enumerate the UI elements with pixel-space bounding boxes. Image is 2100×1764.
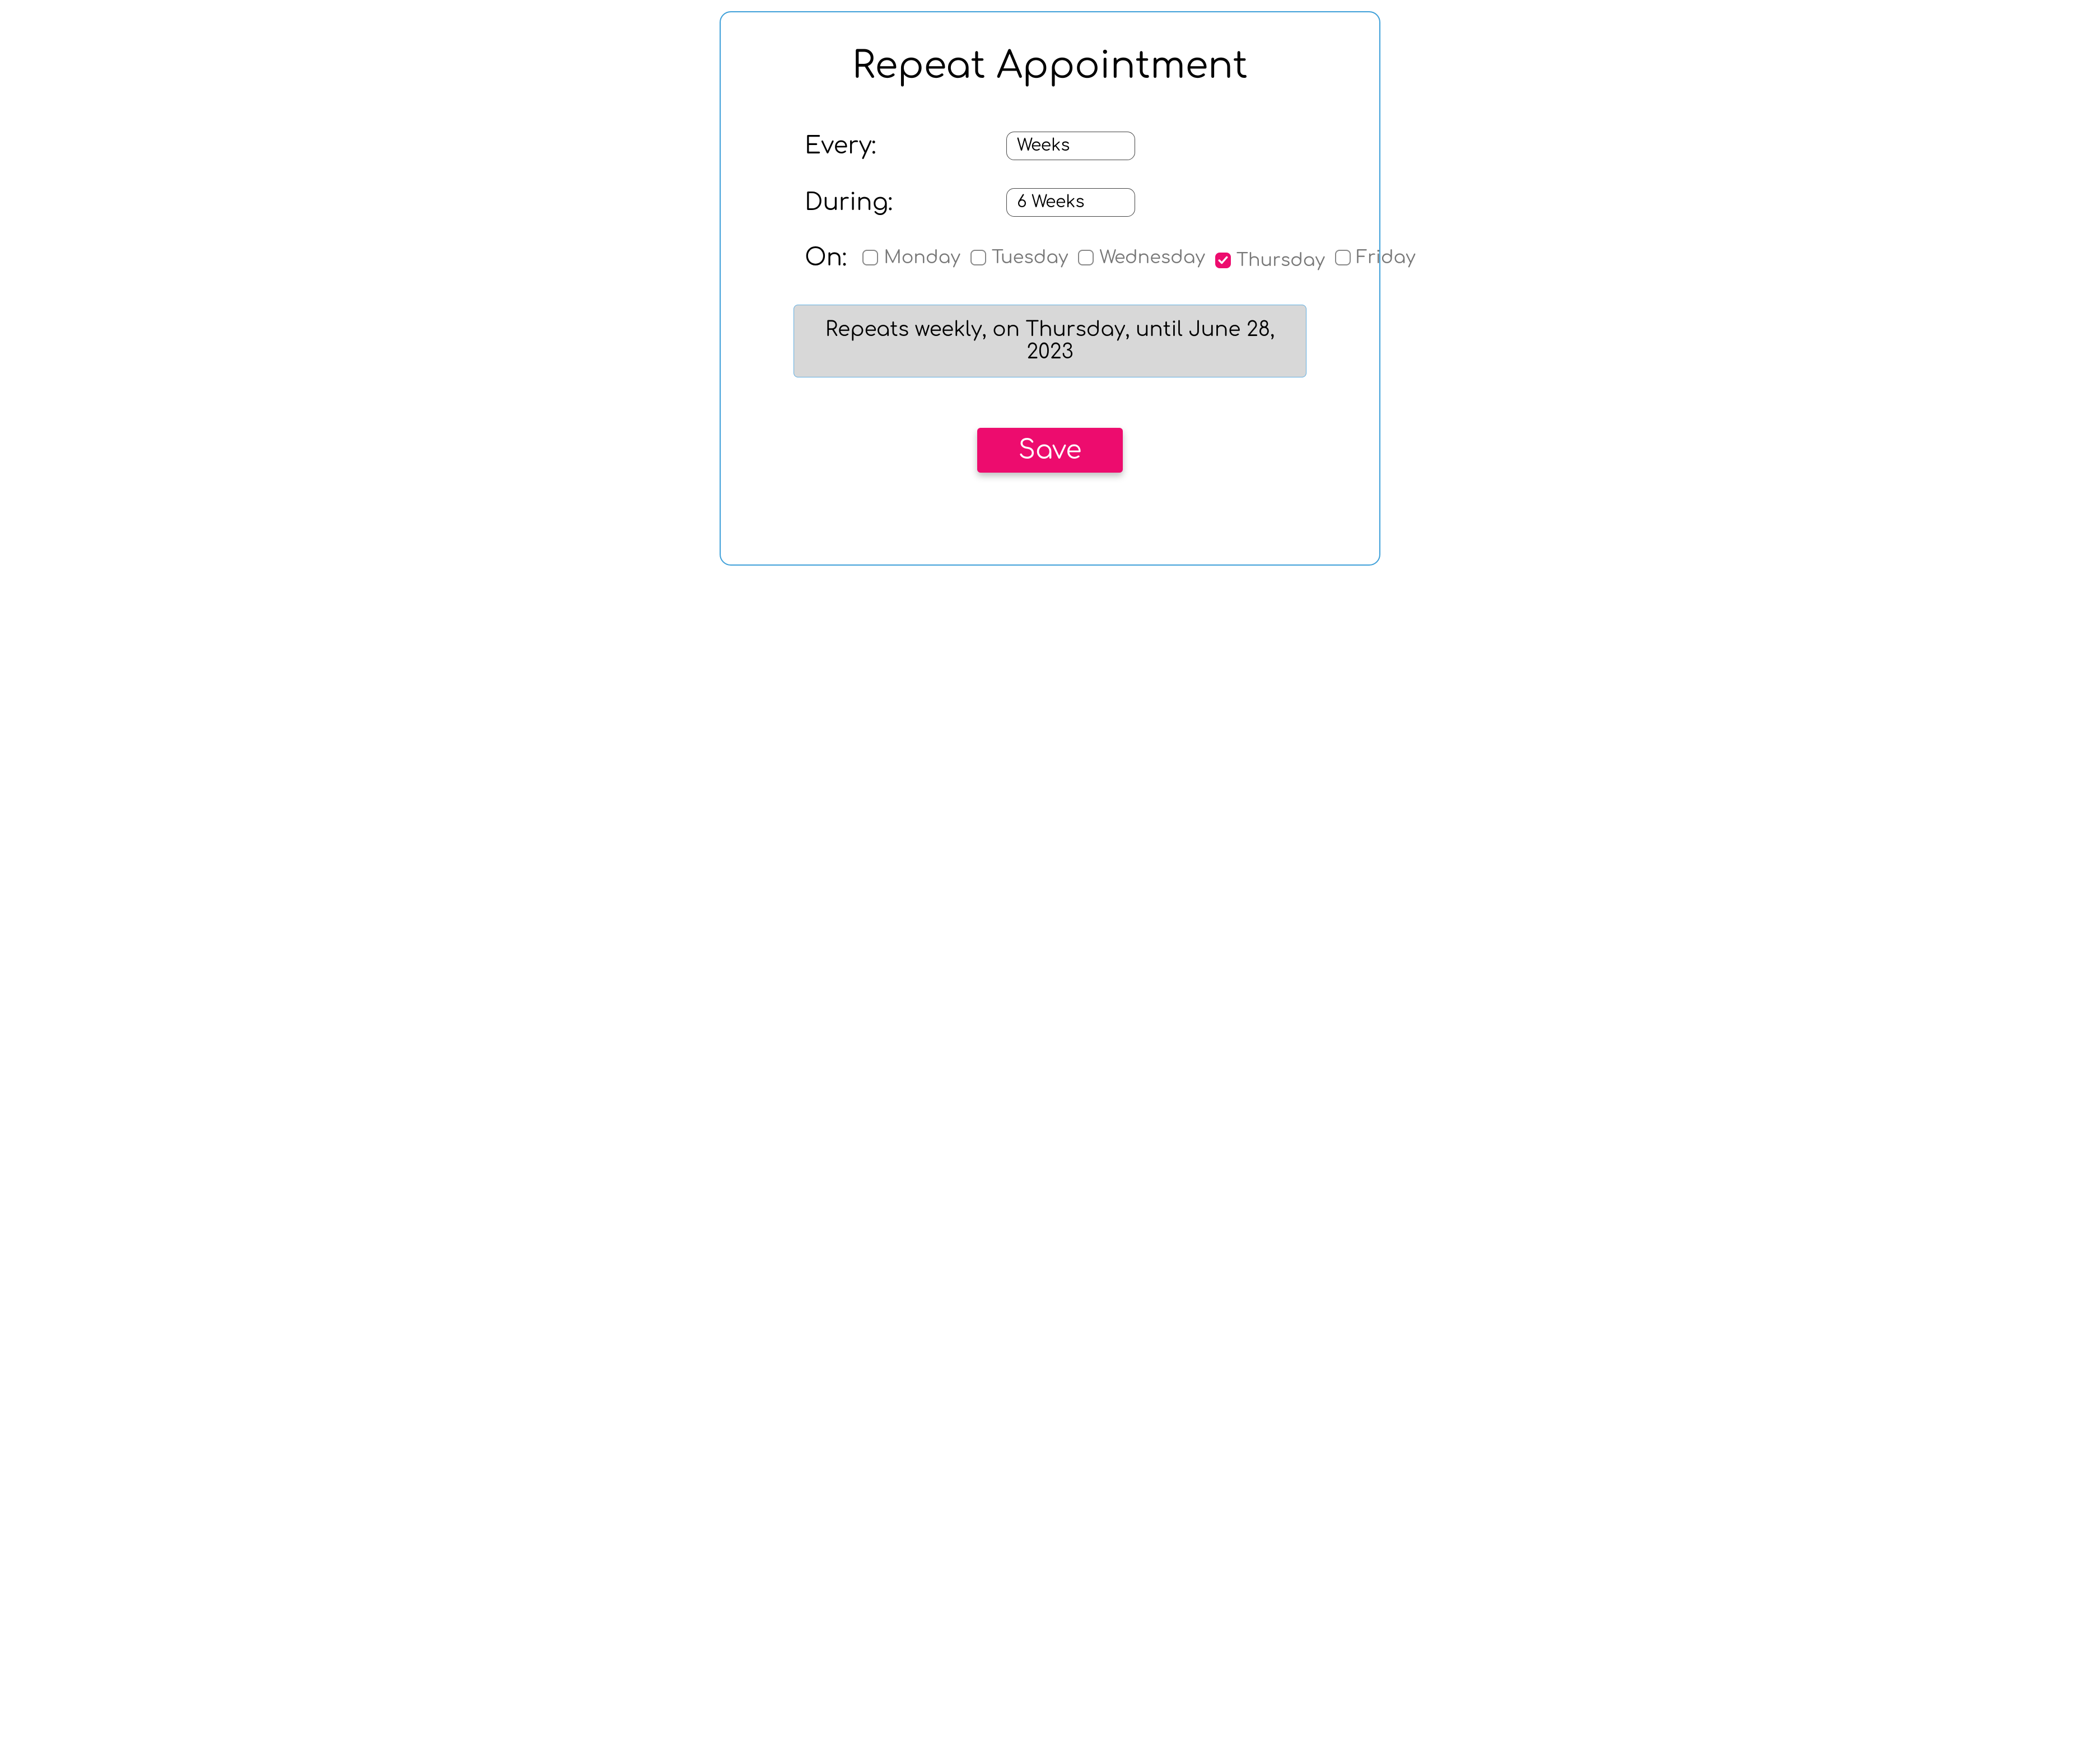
form-rows: Every: Weeks During: 6 Weeks (749, 132, 1351, 217)
during-row: During: 6 Weeks (805, 188, 1329, 217)
check-icon (1218, 255, 1228, 265)
checkbox-tuesday[interactable] (970, 250, 986, 265)
checkbox-thursday[interactable] (1215, 253, 1231, 268)
day-label-monday: Monday (884, 248, 960, 268)
day-option-wednesday[interactable]: Wednesday (1078, 248, 1205, 268)
day-option-tuesday[interactable]: Tuesday (970, 248, 1068, 268)
checkbox-friday[interactable] (1335, 250, 1351, 265)
every-select[interactable]: Weeks (1006, 132, 1135, 160)
days-row: On: Monday Tuesday Wednesday Thursday (749, 245, 1351, 271)
during-label: During: (805, 189, 1006, 216)
day-label-thursday: Thursday (1236, 251, 1325, 270)
every-row: Every: Weeks (805, 132, 1329, 160)
dialog-title: Repeat Appointment (749, 46, 1351, 87)
checkbox-wednesday[interactable] (1078, 250, 1094, 265)
day-option-thursday[interactable]: Thursday (1215, 251, 1325, 270)
day-label-friday: Friday (1356, 248, 1416, 268)
repeat-summary: Repeats weekly, on Thursday, until June … (794, 305, 1306, 377)
on-label: On: (805, 245, 847, 271)
repeat-appointment-dialog: Repeat Appointment Every: Weeks During: … (720, 11, 1380, 566)
checkbox-monday[interactable] (862, 250, 878, 265)
day-option-friday[interactable]: Friday (1335, 248, 1416, 268)
save-button[interactable]: Save (977, 428, 1123, 473)
during-select[interactable]: 6 Weeks (1006, 188, 1135, 217)
every-label: Every: (805, 133, 1006, 159)
day-label-tuesday: Tuesday (992, 248, 1068, 268)
day-label-wednesday: Wednesday (1099, 248, 1205, 268)
day-option-monday[interactable]: Monday (862, 248, 960, 268)
save-row: Save (749, 428, 1351, 473)
